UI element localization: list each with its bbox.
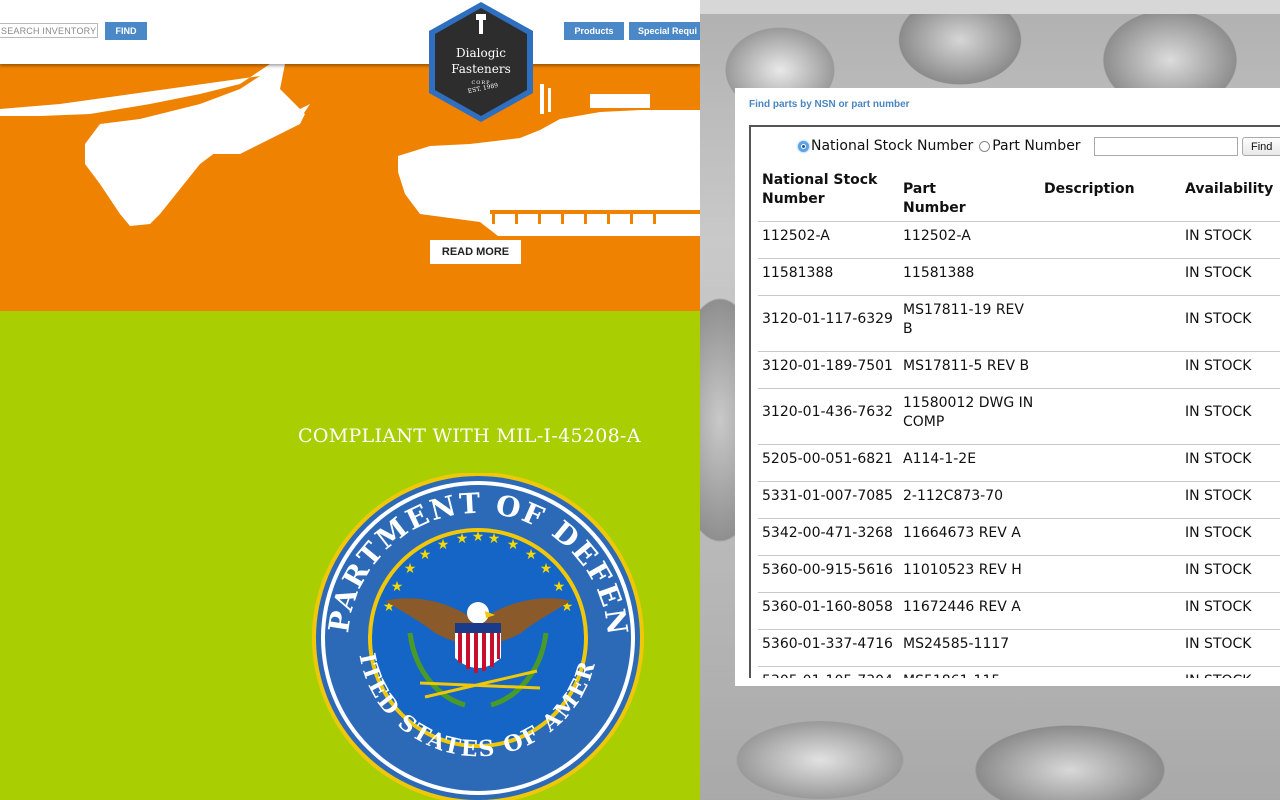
parts-table: National Stock Number Part Number Descri… (749, 127, 1280, 678)
col-header-nsn: National Stock Number (762, 172, 878, 207)
cell-part-number: 2-112C873-70 (903, 488, 1004, 504)
dialogic-website: FIND Products Special Requi READ MORE (0, 0, 700, 800)
table-row-divider (758, 295, 1280, 296)
table-row[interactable]: 5360-00-915-5616 11010523 REV H IN STOCK (758, 561, 1280, 592)
table-row[interactable]: 5331-01-007-7085 2-112C873-70 IN STOCK (758, 487, 1280, 518)
top-strip (700, 0, 1280, 14)
table-row-divider (758, 555, 1280, 556)
compliance-section: COMPLIANT WITH MIL-I-45208-A DEPARTMENT … (0, 311, 700, 800)
col-header-availability: Availability (1185, 181, 1274, 197)
cell-availability: IN STOCK (1185, 672, 1280, 678)
cell-nsn: 5360-01-160-8058 (762, 599, 893, 615)
radio-part-number-label[interactable]: Part Number (992, 138, 1080, 154)
cell-nsn: 3120-01-436-7632 (762, 404, 893, 420)
svg-text:★: ★ (419, 547, 432, 563)
cell-availability: IN STOCK (1185, 451, 1252, 467)
compliance-headline: COMPLIANT WITH MIL-I-45208-A (298, 425, 641, 447)
cell-availability: IN STOCK (1185, 265, 1252, 281)
table-row[interactable]: 5360-01-160-8058 11672446 REV A IN STOCK (758, 598, 1280, 629)
cell-nsn: 112502-A (762, 228, 830, 244)
radio-part-number[interactable] (979, 140, 991, 152)
svg-text:★: ★ (540, 561, 553, 577)
cell-availability: IN STOCK (1185, 636, 1252, 652)
cell-nsn: 11581388 (762, 265, 834, 281)
hero-banner: READ MORE (0, 64, 700, 311)
cell-part-number: A114-1-2E (903, 451, 977, 467)
svg-text:★: ★ (553, 579, 566, 595)
table-row-divider (758, 481, 1280, 482)
table-row[interactable]: 3120-01-436-7632 11580012 DWG IN COMP IN S… (758, 394, 1280, 444)
table-row-divider (758, 444, 1280, 445)
cell-nsn: 5342-00-471-3268 (762, 525, 893, 541)
table-row[interactable]: 5205-00-051-6821 A114-1-2E IN STOCK (758, 450, 1280, 481)
table-row[interactable]: 11581388 11581388 IN STOCK (758, 264, 1280, 295)
cell-nsn: 5360-00-915-5616 (762, 562, 893, 578)
nav-special-requests-button[interactable]: Special Requi (629, 22, 700, 40)
search-type-radio-group: National Stock Number Part Number (798, 136, 1081, 156)
cell-part-number: MS17811-19 REV B (903, 302, 1024, 337)
table-row-divider (758, 351, 1280, 352)
cell-availability: IN STOCK (1185, 311, 1252, 327)
col-header-description: Description (1044, 181, 1135, 197)
cell-nsn: 3120-01-117-6329 (762, 311, 893, 327)
logo-name-line2: Fasteners (451, 62, 511, 76)
cell-part-number: 11664673 REV A (903, 525, 1021, 541)
cell-part-number: MS24585-1117 (903, 636, 1010, 652)
svg-text:★: ★ (507, 537, 520, 553)
cell-part-number: 11672446 REV A (903, 599, 1021, 615)
svg-text:★: ★ (488, 531, 501, 547)
cell-availability: IN STOCK (1185, 525, 1252, 541)
cell-nsn: 5205-00-051-6821 (762, 451, 893, 467)
table-row-divider (758, 666, 1280, 667)
cell-nsn: 5360-01-337-4716 (762, 636, 893, 652)
cell-part-number: MS51861-115 (903, 672, 1038, 678)
dialogic-fasteners-logo[interactable]: Dialogic Fasteners CORP EST. 1989 (426, 0, 536, 126)
cell-nsn: 3120-01-189-7501 (762, 358, 893, 374)
site-header: FIND Products Special Requi (0, 0, 700, 64)
cell-availability: IN STOCK (1185, 599, 1252, 615)
table-row-divider (758, 629, 1280, 630)
cell-availability: IN STOCK (1185, 488, 1252, 504)
table-row[interactable]: 5342-00-471-3268 11664673 REV A IN STOCK (758, 524, 1280, 555)
svg-text:★: ★ (437, 537, 450, 553)
cell-part-number: MS17811-5 REV B (903, 358, 1030, 374)
cell-availability: IN STOCK (1185, 358, 1252, 374)
table-row-divider (758, 592, 1280, 593)
cell-availability: IN STOCK (1185, 404, 1252, 420)
svg-text:★: ★ (472, 529, 485, 545)
dod-seal-icon: DEPARTMENT OF DEFENSE UNITED STATES OF A… (305, 473, 644, 800)
cell-nsn: 5305-01-105-7304 (762, 672, 902, 678)
svg-text:★: ★ (391, 579, 404, 595)
svg-text:★: ★ (525, 547, 538, 563)
table-row[interactable]: 5360-01-337-4716 MS24585-1117 IN STOCK (758, 635, 1280, 666)
parts-search-title: Find parts by NSN or part number (749, 99, 910, 110)
search-inventory-input[interactable] (0, 23, 98, 38)
table-row[interactable]: 3120-01-189-7501 MS17811-5 REV B IN STOCK (758, 357, 1280, 388)
radio-nsn[interactable] (798, 140, 809, 152)
logo-name-line1: Dialogic (456, 46, 506, 60)
svg-text:★: ★ (456, 531, 469, 547)
read-more-button[interactable]: READ MORE (430, 240, 521, 264)
table-row[interactable]: 112502-A 112502-A IN STOCK (758, 227, 1280, 258)
cell-part-number: 112502-A (903, 228, 971, 244)
table-row[interactable]: 3120-01-117-6329 MS17811-19 REV B IN STOCK (758, 301, 1280, 351)
table-row-divider (758, 258, 1280, 259)
nav-products-button[interactable]: Products (564, 22, 624, 40)
table-row[interactable]: 5305-01-105-7304MS51861-115 IN STOCK (758, 672, 1280, 678)
vehicle-silhouettes (0, 64, 700, 236)
svg-text:★: ★ (404, 561, 417, 577)
cell-nsn: 5331-01-007-7085 (762, 488, 893, 504)
cell-availability: IN STOCK (1185, 228, 1252, 244)
cell-part-number: 11010523 REV H (903, 562, 1022, 578)
cell-part-number: 11581388 (903, 265, 975, 281)
find-button[interactable]: FIND (105, 22, 147, 40)
table-row-divider (758, 518, 1280, 519)
cell-part-number: 11580012 DWG IN COMP (903, 395, 1034, 430)
cell-availability: IN STOCK (1185, 562, 1252, 578)
table-row-divider (758, 221, 1280, 222)
col-header-part: Part Number (903, 181, 966, 216)
radio-nsn-label[interactable]: National Stock Number (811, 138, 973, 154)
table-row-divider (758, 388, 1280, 389)
